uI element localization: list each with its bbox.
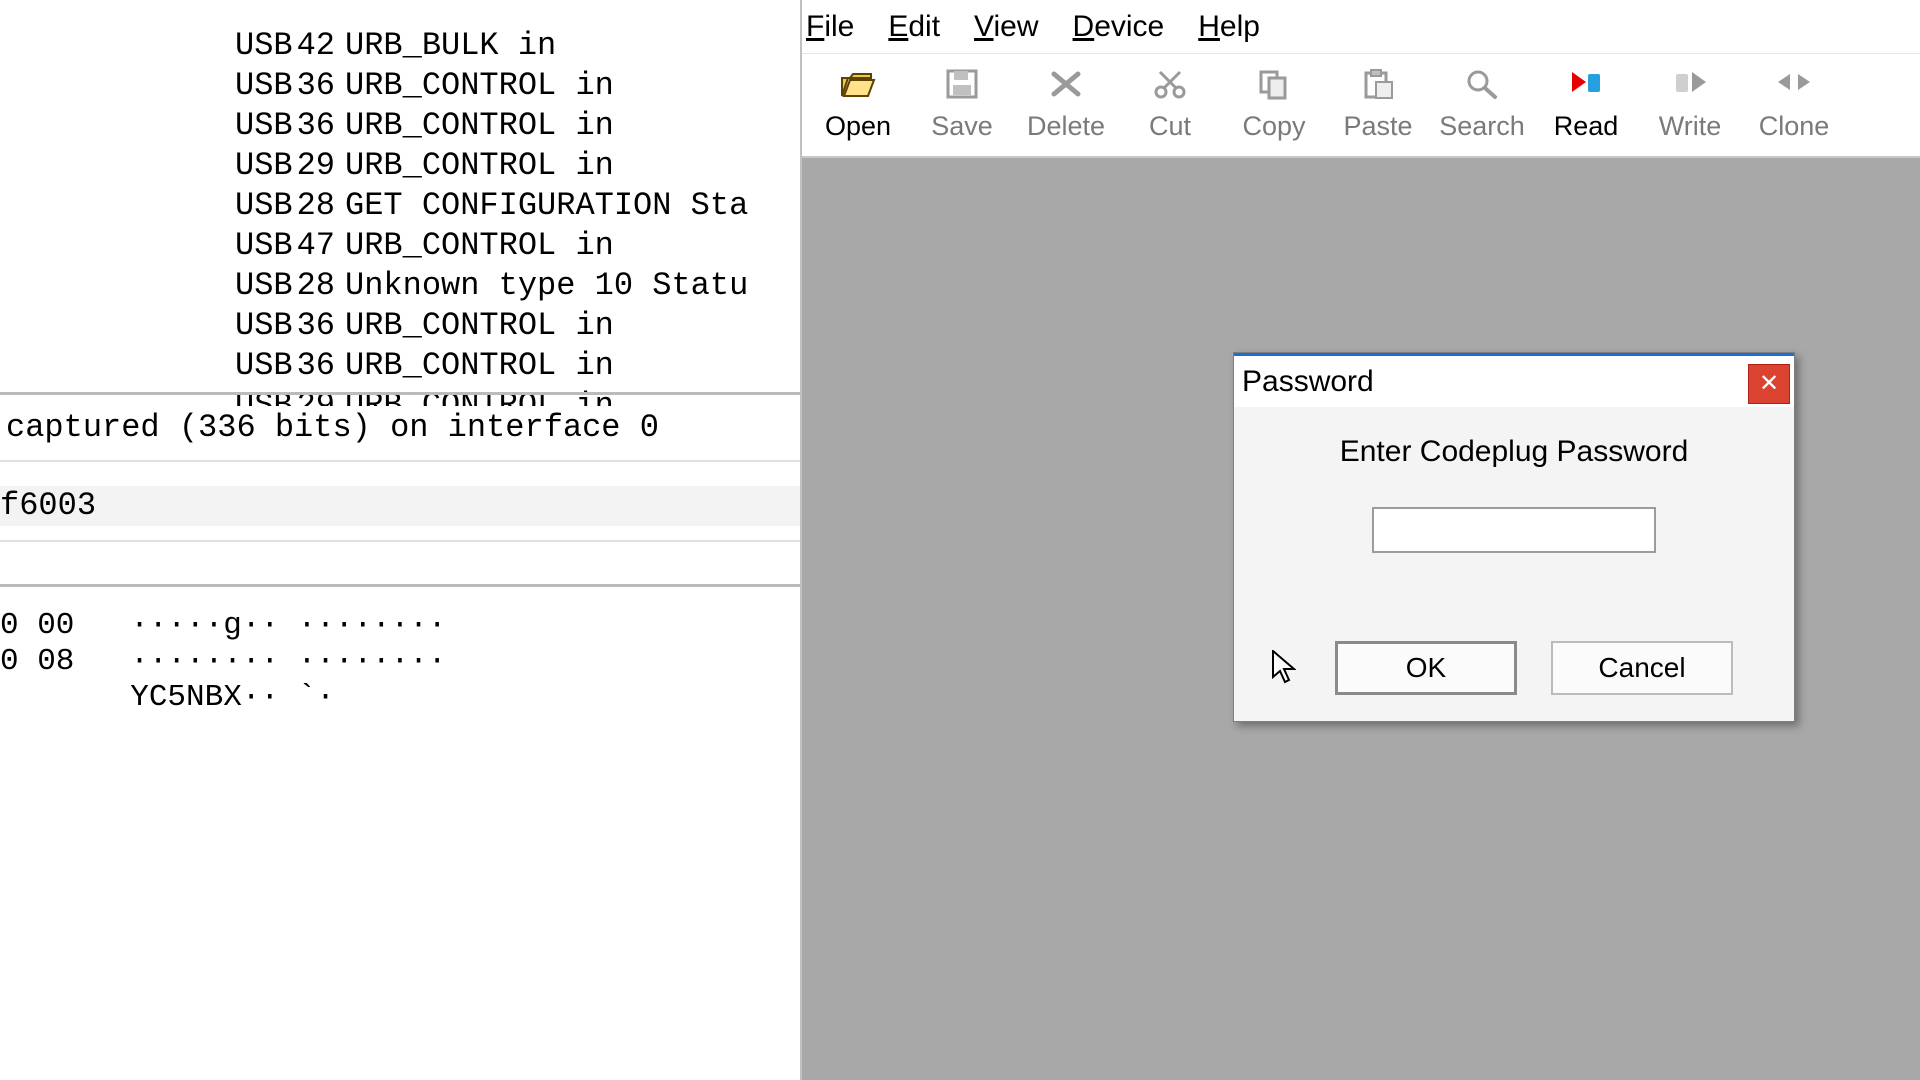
field-value[interactable]: f6003 [0, 486, 800, 526]
info-cell: URB_CONTROL in [335, 146, 614, 186]
toolbar-label: Read [1554, 111, 1619, 142]
table-row[interactable]: USB36URB_CONTROL in [0, 106, 800, 146]
info-cell: URB_CONTROL in [335, 306, 614, 346]
save-button[interactable]: Save [910, 55, 1014, 155]
hex-pane[interactable]: 0 00 ·····g·· ········ 0 08 ········ ···… [0, 608, 800, 716]
table-row[interactable]: USB29URB_CONTROL in [0, 386, 800, 406]
toolbar-label: Clone [1759, 111, 1830, 142]
ok-button[interactable]: OK [1335, 641, 1517, 695]
copy-icon [1256, 68, 1292, 107]
toolbar-label: Copy [1242, 111, 1305, 142]
proto-cell: USB [10, 146, 280, 186]
menu-edit[interactable]: Edit [888, 10, 940, 44]
dialog-prompt: Enter Codeplug Password [1340, 435, 1689, 469]
table-row[interactable]: USB36URB_CONTROL in [0, 66, 800, 106]
info-cell: Unknown type 10 Statu [335, 266, 748, 306]
scissors-icon [1152, 68, 1188, 107]
proto-cell: USB [10, 26, 280, 66]
len-cell: 36 [280, 66, 335, 106]
packet-list[interactable]: USB42URB_BULK in USB36URB_CONTROL in USB… [0, 0, 800, 406]
write-device-icon [1672, 68, 1708, 107]
menu-file[interactable]: File [806, 10, 854, 44]
len-cell: 29 [280, 386, 335, 406]
table-row[interactable]: USB42URB_BULK in [0, 26, 800, 66]
table-row[interactable] [0, 0, 800, 26]
pane-divider [0, 460, 800, 462]
dialog-title: Password [1242, 365, 1374, 399]
table-row[interactable]: USB47URB_CONTROL in [0, 226, 800, 266]
toolbar-label: Delete [1027, 111, 1105, 142]
len-cell: 47 [280, 226, 335, 266]
len-cell: 42 [280, 26, 335, 66]
table-row[interactable]: USB29URB_CONTROL in [0, 146, 800, 186]
folder-open-icon [840, 68, 876, 107]
read-device-icon [1568, 68, 1604, 107]
toolbar-label: Cut [1149, 111, 1191, 142]
pane-divider[interactable] [0, 584, 800, 587]
len-cell: 36 [280, 306, 335, 346]
len-cell: 28 [280, 186, 335, 226]
delete-x-icon [1048, 68, 1084, 107]
info-cell: GET CONFIGURATION Sta [335, 186, 748, 226]
open-button[interactable]: Open [806, 55, 910, 155]
close-button[interactable]: ✕ [1748, 364, 1790, 404]
table-row[interactable]: USB28Unknown type 10 Statu [0, 266, 800, 306]
info-cell: URB_CONTROL in [335, 106, 614, 146]
clone-button[interactable]: Clone [1742, 55, 1846, 155]
len-cell: 36 [280, 346, 335, 386]
proto-cell: USB [10, 306, 280, 346]
menu-view[interactable]: View [974, 10, 1038, 44]
toolbar: Open Save Delete Cut Copy [802, 54, 1920, 158]
len-cell: 29 [280, 146, 335, 186]
packet-capture-panel: USB42URB_BULK in USB36URB_CONTROL in USB… [0, 0, 800, 1080]
hex-row[interactable]: YC5NBX·· `· [0, 680, 800, 716]
menu-help[interactable]: Help [1198, 10, 1260, 44]
capture-summary[interactable]: captured (336 bits) on interface 0 [0, 408, 800, 448]
password-dialog: Password ✕ Enter Codeplug Password OK Ca… [1233, 352, 1795, 722]
info-cell: URB_CONTROL in [335, 226, 614, 266]
len-cell: 36 [280, 106, 335, 146]
toolbar-label: Search [1439, 111, 1525, 142]
pane-divider[interactable] [0, 392, 800, 395]
info-cell: URB_CONTROL in [335, 386, 614, 406]
paste-button[interactable]: Paste [1326, 55, 1430, 155]
close-icon: ✕ [1759, 369, 1779, 398]
proto-cell: USB [10, 106, 280, 146]
toolbar-label: Open [825, 111, 891, 142]
delete-button[interactable]: Delete [1014, 55, 1118, 155]
proto-cell: USB [10, 226, 280, 266]
table-row[interactable]: USB28GET CONFIGURATION Sta [0, 186, 800, 226]
read-button[interactable]: Read [1534, 55, 1638, 155]
info-cell: URB_CONTROL in [335, 346, 614, 386]
clipboard-paste-icon [1360, 68, 1396, 107]
toolbar-label: Paste [1343, 111, 1412, 142]
proto-cell: USB [10, 386, 280, 406]
search-button[interactable]: Search [1430, 55, 1534, 155]
proto-cell: USB [10, 266, 280, 306]
info-cell: URB_BULK in [335, 26, 556, 66]
password-input[interactable] [1372, 507, 1656, 553]
proto-cell: USB [10, 346, 280, 386]
proto-cell: USB [10, 186, 280, 226]
proto-cell: USB [10, 66, 280, 106]
toolbar-label: Save [931, 111, 993, 142]
cut-button[interactable]: Cut [1118, 55, 1222, 155]
hex-row[interactable]: 0 00 ·····g·· ········ [0, 608, 800, 644]
cancel-button[interactable]: Cancel [1551, 641, 1733, 695]
dialog-titlebar[interactable]: Password ✕ [1234, 353, 1794, 407]
table-row[interactable]: USB36URB_CONTROL in [0, 346, 800, 386]
search-icon [1464, 68, 1500, 107]
toolbar-label: Write [1659, 111, 1722, 142]
menubar[interactable]: File Edit View Device Help [802, 0, 1920, 54]
clone-icon [1776, 68, 1812, 107]
len-cell: 28 [280, 266, 335, 306]
copy-button[interactable]: Copy [1222, 55, 1326, 155]
info-cell: URB_CONTROL in [335, 66, 614, 106]
menu-device[interactable]: Device [1073, 10, 1165, 44]
floppy-disk-icon [944, 68, 980, 107]
hex-row[interactable]: 0 08 ········ ········ [0, 644, 800, 680]
write-button[interactable]: Write [1638, 55, 1742, 155]
table-row[interactable]: USB36URB_CONTROL in [0, 306, 800, 346]
pane-divider [0, 540, 800, 542]
